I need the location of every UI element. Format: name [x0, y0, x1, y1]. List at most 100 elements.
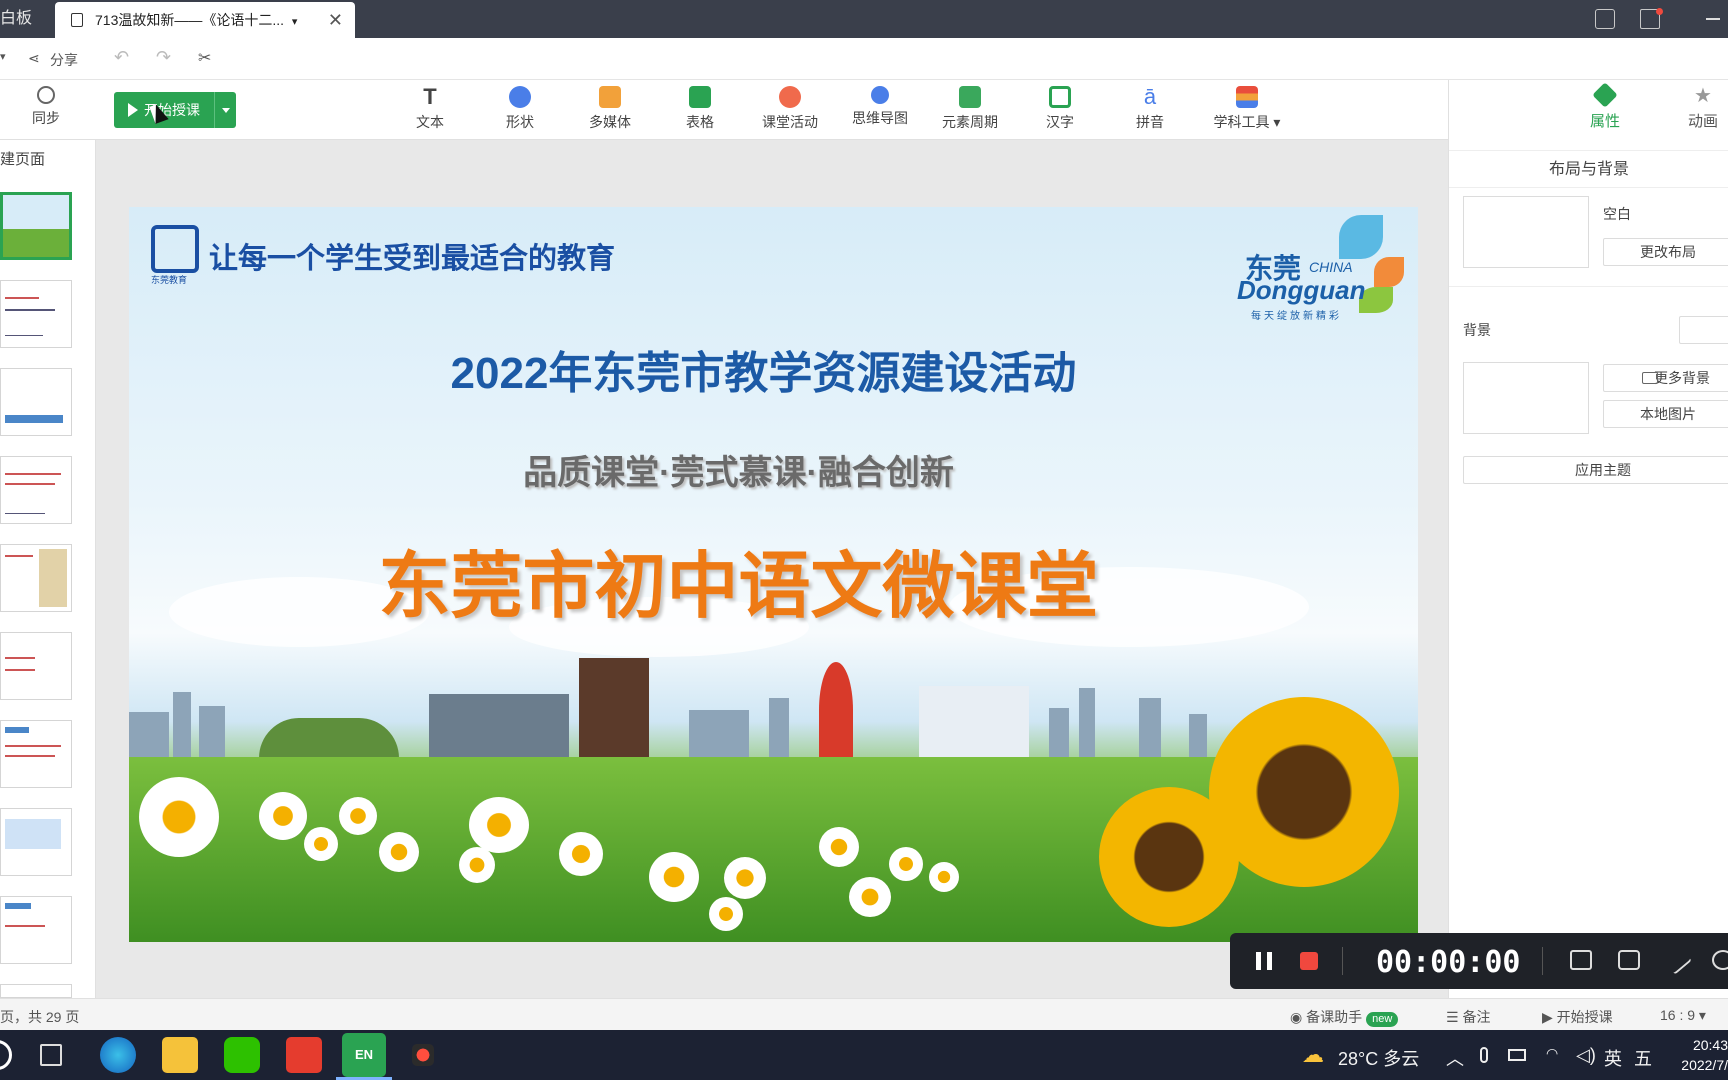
ime-language[interactable]: 英 — [1604, 1045, 1622, 1071]
minimize-icon[interactable] — [1706, 18, 1720, 20]
dongguan-logo-en: Dongguan — [1237, 275, 1366, 305]
start-class-button[interactable]: 开始授课 — [114, 92, 236, 128]
start-class-dropdown[interactable] — [214, 92, 236, 128]
status-bar: 页，共 29 页 ◉ 备课助手 new ☰ 备注 ▶ 开始授课 16 : 9 ▾ — [0, 998, 1728, 1030]
slide-thumb-6[interactable] — [0, 632, 72, 700]
menu-caret-icon[interactable]: ▾ — [0, 50, 6, 63]
weather-text[interactable]: 28°C 多云 — [1338, 1045, 1419, 1071]
help-icon[interactable] — [1595, 9, 1615, 29]
ime-mode[interactable]: 五 — [1634, 1045, 1652, 1071]
daisy-flower — [459, 847, 495, 883]
tool-activity[interactable]: 课堂活动 — [755, 86, 825, 132]
notes-icon: ☰ — [1446, 1009, 1459, 1025]
edge-browser-icon[interactable] — [100, 1037, 136, 1073]
new-page-label[interactable]: 建页面 — [0, 148, 45, 169]
background-preview[interactable] — [1463, 362, 1589, 434]
screenshot-region-icon[interactable] — [1570, 950, 1592, 970]
slide-thumb-10[interactable] — [0, 984, 72, 998]
notes-button[interactable]: ☰ 备注 — [1446, 1007, 1490, 1027]
tab-properties[interactable]: 属性 — [1565, 82, 1645, 131]
slide-thumb-5[interactable] — [0, 544, 72, 612]
document-tab[interactable]: 713温故知新——《论语十二... ▾ ✕ — [55, 2, 355, 38]
background-color-picker[interactable] — [1679, 316, 1728, 344]
tool-text-label: 文本 — [416, 114, 444, 130]
undo-icon[interactable]: ↶ — [114, 47, 129, 68]
recorder-app-icon[interactable] — [412, 1044, 434, 1066]
camera-icon[interactable] — [1618, 950, 1640, 970]
building-shape — [1139, 698, 1161, 758]
daisy-flower — [469, 797, 529, 853]
apply-theme-button[interactable]: 应用主题 — [1463, 456, 1728, 484]
stop-icon[interactable] — [1300, 952, 1318, 970]
status-start-class-button[interactable]: ▶ 开始授课 — [1542, 1007, 1613, 1027]
chat-icon[interactable] — [1712, 950, 1728, 970]
slide-main-heading[interactable]: 东莞市初中语文微课堂 — [129, 527, 1418, 632]
slide-thumb-9[interactable] — [0, 896, 72, 964]
slide-editor[interactable]: 东莞教育 让每一个学生受到最适合的教育 东莞 CHINA Dongguan 每天… — [129, 207, 1418, 942]
easinote-icon[interactable]: EN — [342, 1033, 386, 1077]
slide-thumb-8[interactable] — [0, 808, 72, 876]
share-button[interactable]: 分享 — [50, 50, 78, 70]
tool-mindmap[interactable]: 思维导图 — [845, 86, 915, 128]
wifi-icon[interactable]: ◠ — [1546, 1045, 1558, 1062]
battery-icon[interactable] — [1508, 1049, 1526, 1061]
tool-pinyin[interactable]: ā 拼音 — [1115, 86, 1185, 132]
slide-thumb-7[interactable] — [0, 720, 72, 788]
cut-icon[interactable]: ✂ — [198, 48, 211, 68]
pen-icon[interactable] — [1662, 945, 1692, 975]
slide-subtitle[interactable]: 品质课堂·莞式慕课·融合创新 — [129, 445, 1418, 494]
slide-thumb-1[interactable] — [0, 192, 72, 260]
daisy-flower — [649, 852, 699, 902]
slide-title[interactable]: 2022年东莞市教学资源建设活动 — [129, 337, 1418, 401]
task-view-icon[interactable] — [40, 1044, 62, 1066]
tool-text[interactable]: T 文本 — [395, 86, 465, 132]
tool-hanzi[interactable]: 汉字 — [1025, 86, 1095, 132]
subject-tools-icon — [1236, 86, 1258, 108]
sunflower — [1099, 787, 1239, 927]
tool-shape[interactable]: 形状 — [485, 86, 555, 132]
layout-preview[interactable] — [1463, 196, 1589, 268]
tool-subject[interactable]: 学科工具 ▾ — [1205, 86, 1289, 132]
wps-icon[interactable] — [286, 1037, 322, 1073]
aspect-ratio-select[interactable]: 16 : 9 ▾ — [1660, 1007, 1706, 1024]
tool-media-label: 多媒体 — [589, 114, 631, 130]
dongguan-education-logo — [151, 225, 199, 273]
activity-icon — [779, 86, 801, 108]
tool-table[interactable]: 表格 — [665, 86, 735, 132]
search-icon[interactable] — [0, 1040, 12, 1070]
change-layout-button[interactable]: 更改布局 — [1603, 238, 1728, 266]
daisy-flower — [304, 827, 338, 861]
file-explorer-icon[interactable] — [162, 1037, 198, 1073]
microphone-icon[interactable] — [1480, 1047, 1488, 1063]
lesson-assistant-button[interactable]: ◉ 备课助手 new — [1290, 1007, 1399, 1027]
close-tab-icon[interactable]: ✕ — [328, 2, 343, 38]
screen-recorder-widget: 00:00:00 — [1230, 933, 1728, 989]
tool-periodic[interactable]: 元素周期 — [935, 86, 1005, 132]
background-label: 背景 — [1463, 322, 1491, 338]
wechat-icon[interactable] — [224, 1037, 260, 1073]
share-icon[interactable]: ⋖ — [28, 50, 40, 67]
local-image-button[interactable]: 本地图片 — [1603, 400, 1728, 428]
weather-icon[interactable]: ☁ — [1302, 1042, 1324, 1068]
more-backgrounds-button[interactable]: 更多背景 — [1603, 364, 1728, 392]
slide-thumb-3[interactable] — [0, 368, 72, 436]
sync-label: 同步 — [32, 110, 60, 126]
slide-thumb-4[interactable] — [0, 456, 72, 524]
tool-media[interactable]: 多媒体 — [575, 86, 645, 132]
redo-icon[interactable]: ↷ — [156, 47, 171, 68]
whiteboard-tab[interactable]: 白板 — [0, 0, 52, 38]
tab-animation[interactable]: ★ 动画 — [1663, 86, 1728, 131]
hanzi-icon — [1049, 86, 1071, 108]
tray-expand-icon[interactable]: ︿ — [1446, 1045, 1464, 1071]
volume-icon[interactable]: ◁) — [1576, 1045, 1596, 1066]
tab-caret-icon[interactable]: ▾ — [292, 16, 298, 28]
mindmap-icon — [871, 86, 889, 104]
system-clock[interactable]: 20:43 2022/7/ — [1680, 1035, 1728, 1075]
sync-button[interactable]: 同步 — [11, 86, 81, 128]
pause-icon[interactable] — [1256, 952, 1272, 970]
building-shape — [769, 698, 789, 758]
sync-icon — [37, 86, 55, 104]
slide-thumb-2[interactable] — [0, 280, 72, 348]
lesson-assistant-label: 备课助手 — [1306, 1009, 1363, 1025]
tab-animation-label: 动画 — [1687, 113, 1718, 130]
